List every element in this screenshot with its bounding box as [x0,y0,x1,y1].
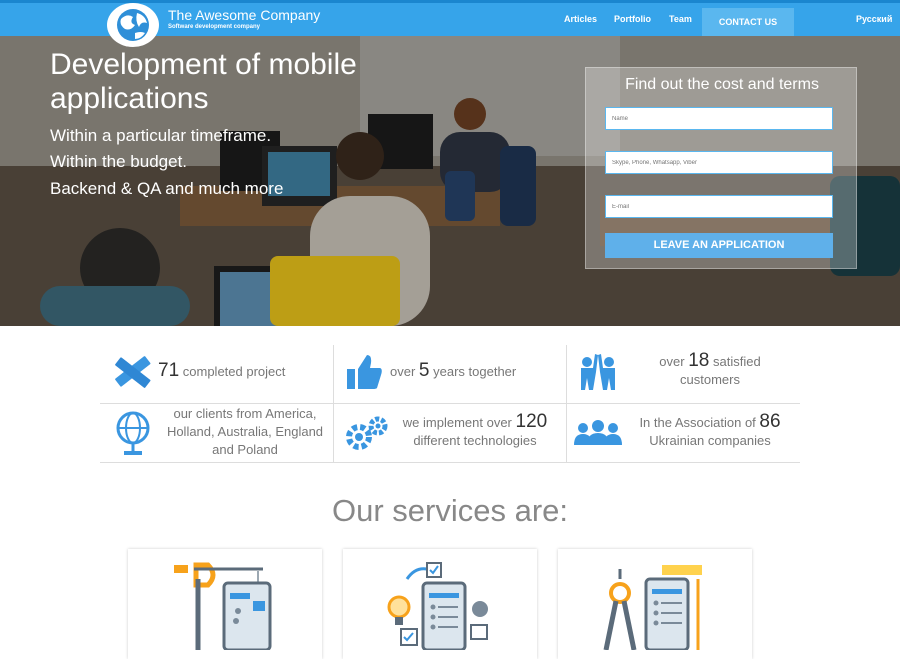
application-form: Find out the cost and terms LEAVE AN APP… [585,67,857,269]
service-card[interactable] [558,549,752,659]
email-input[interactable] [605,195,833,218]
stats-divider [333,345,334,463]
contact-us-button[interactable]: CONTACT US [702,8,794,36]
thumbs-up-icon [347,355,382,389]
hero-line-backend: Backend & QA and much more [50,179,284,198]
stat-customers-number: 18 [688,350,710,371]
name-input[interactable] [605,107,833,130]
stat-years-pre: over [390,364,416,379]
stat-association-number: 86 [759,411,781,432]
stat-customers-pre: over [659,354,685,369]
stat-clients-line2: Holland, Australia, England [166,424,324,439]
stat-tech-number: 120 [515,411,548,432]
stats-divider [100,403,800,404]
nav-portfolio-link[interactable]: Portfolio [614,14,651,24]
services-title: Our services are: [331,493,568,528]
service-card[interactable] [343,549,537,659]
group-people-icon [574,420,622,445]
nav-team-link[interactable]: Team [669,14,692,24]
stat-clients-line1: our clients from America, [173,406,317,421]
stat-projects: 71 completed project [158,360,286,381]
leave-application-button[interactable]: LEAVE AN APPLICATION [605,233,833,258]
gears-icon [346,416,388,450]
stat-projects-text: completed project [182,364,286,379]
stats-divider [566,345,567,463]
stat-technologies: we implement over 120 different technolo… [395,411,555,450]
compass-app-icon [603,565,702,652]
stat-customers-text: satisfied [712,354,761,369]
idea-app-icon [387,562,488,652]
company-logo[interactable] [107,3,159,47]
stat-association-text2: Ukrainian companies [649,433,771,448]
language-switch-link[interactable]: Русский [856,14,892,24]
hero-title: Development of mobile applications [50,48,357,115]
globe-icon [116,411,150,455]
stats-divider [100,462,800,463]
hero-line-budget: Within the budget. [50,152,188,171]
team-high-five-icon [581,354,615,390]
stat-clients-line3: and Poland [212,442,278,457]
stat-association-pre: In the Association of [639,415,756,430]
stat-years-number: 5 [418,360,430,381]
top-navbar: The Awesome Company Software development… [0,0,900,47]
brand[interactable]: The Awesome Company Software development… [168,7,320,31]
stat-years: over 5 years together [390,360,517,381]
form-title: Find out the cost and terms [625,76,819,93]
contact-input[interactable] [605,151,833,174]
service-card[interactable] [128,549,322,659]
stat-clients: our clients from America, Holland, Austr… [160,405,330,459]
globe-logo-icon [117,9,149,41]
stat-years-text: years together [433,364,517,379]
stat-projects-number: 71 [158,360,180,381]
hero-line-timeframe: Within a particular timeframe. [50,126,272,145]
brand-name: The Awesome Company [168,7,321,23]
stat-tech-text2: different technologies [413,433,537,448]
crane-app-icon [174,562,272,652]
hero-section: Development of mobile applications Withi… [0,36,900,326]
brand-tagline: Software development company [168,24,261,30]
nav-articles-link[interactable]: Articles [564,14,597,24]
pencil-ruler-icon [115,356,151,388]
stat-customers-text2: customers [680,372,740,387]
stat-association: In the Association of 86 Ukrainian compa… [630,411,790,450]
stat-tech-pre: we implement over [402,415,512,430]
stat-customers: over 18 satisfied customers [630,350,790,389]
